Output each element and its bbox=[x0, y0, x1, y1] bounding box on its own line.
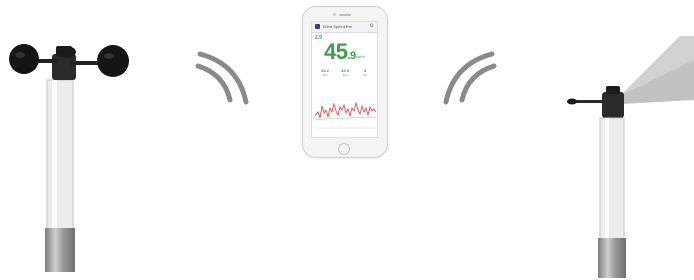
settings-icon[interactable]: ⚙ bbox=[370, 23, 374, 30]
app-header: Wind Speed Pro ⚙ bbox=[312, 22, 377, 33]
reading-integer: 45 bbox=[324, 39, 348, 64]
reading-unit: km/h bbox=[356, 54, 365, 59]
stat-label: Min bbox=[322, 73, 328, 77]
stat-label: Avg bbox=[342, 73, 348, 77]
product-scene: Wind Speed Pro ⚙ 2.9 45.9 km/h 44.2 Min … bbox=[0, 0, 694, 280]
right-signal-waves-icon bbox=[443, 51, 497, 105]
home-button[interactable] bbox=[338, 143, 350, 155]
app-logo-icon bbox=[315, 24, 320, 29]
smartphone: Wind Speed Pro ⚙ 2.9 45.9 km/h 44.2 Min … bbox=[302, 6, 388, 158]
left-signal-waves-icon bbox=[195, 51, 249, 105]
wind-trend-sparkline bbox=[315, 99, 376, 129]
phone-screen: Wind Speed Pro ⚙ 2.9 45.9 km/h 44.2 Min … bbox=[311, 21, 378, 138]
reading-decimal: .9 bbox=[347, 50, 356, 62]
stats-row: 44.2 Min 45.9 Avg 4 Dir bbox=[315, 68, 376, 82]
phone-speaker bbox=[339, 14, 351, 16]
wind-vane-illustration bbox=[567, 36, 694, 278]
app-title: Wind Speed Pro bbox=[323, 24, 353, 29]
stat-dir: 4 Dir bbox=[355, 68, 375, 82]
wind-speed-reading: 45.9 bbox=[324, 41, 356, 67]
cup-anemometer-illustration bbox=[9, 44, 129, 272]
stat-min: 44.2 Min bbox=[315, 68, 335, 82]
phone-camera bbox=[333, 13, 336, 16]
stat-avg: 45.9 Avg bbox=[335, 68, 355, 82]
stat-label: Dir bbox=[363, 73, 367, 77]
mini-reading: 2.9 bbox=[315, 35, 322, 41]
